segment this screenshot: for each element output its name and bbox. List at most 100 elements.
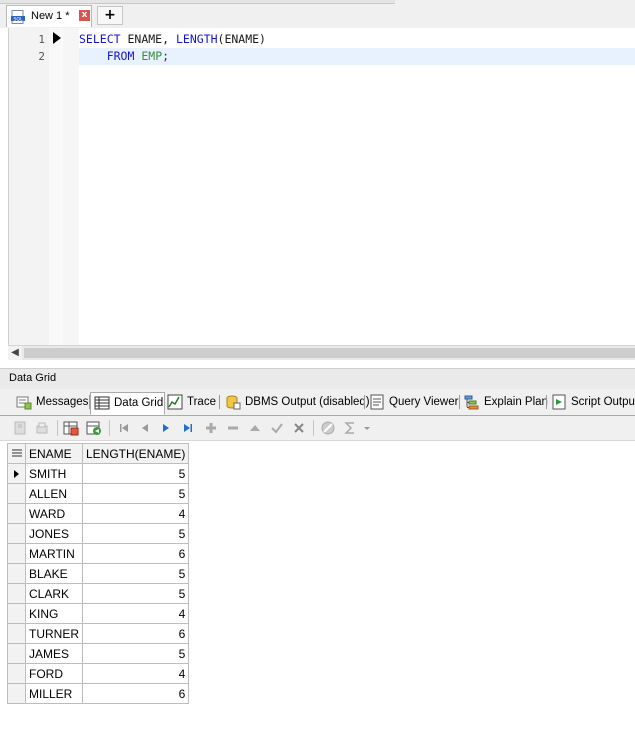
row-selector[interactable] bbox=[7, 623, 26, 644]
cell-ename[interactable]: MILLER bbox=[25, 683, 83, 704]
save-grid-icon[interactable] bbox=[12, 420, 28, 436]
toolbar-separator bbox=[313, 420, 314, 436]
tab-bar-top-strip bbox=[0, 0, 395, 4]
row-selector[interactable] bbox=[7, 523, 26, 544]
row-selector[interactable] bbox=[7, 683, 26, 704]
previous-record-icon[interactable] bbox=[137, 420, 153, 436]
tab-query-viewer[interactable]: Query Viewer bbox=[369, 392, 459, 413]
cell-ename[interactable]: KING bbox=[25, 603, 83, 624]
line-number: 1 bbox=[38, 33, 45, 46]
table-row[interactable]: MARTIN 6 bbox=[7, 543, 190, 564]
post-edit-icon[interactable] bbox=[269, 420, 285, 436]
cell-ename[interactable]: FORD bbox=[25, 663, 83, 684]
row-selector[interactable] bbox=[7, 663, 26, 684]
export-grid-icon[interactable] bbox=[63, 420, 79, 436]
toolbar-separator bbox=[109, 420, 110, 436]
cell-ename[interactable]: JAMES bbox=[25, 643, 83, 664]
data-grid[interactable]: ENAME LENGTH(ENAME) SMITH 5 ALLEN 5 WARD 4 JON… bbox=[7, 443, 190, 704]
scroll-left-icon[interactable]: ◀ bbox=[8, 346, 22, 360]
cell-length[interactable]: 4 bbox=[81, 603, 190, 624]
cell-ename[interactable]: JONES bbox=[25, 523, 83, 544]
cell-ename[interactable]: SMITH bbox=[25, 463, 83, 484]
row-selector[interactable] bbox=[7, 503, 26, 524]
svg-text:SQL: SQL bbox=[13, 16, 23, 22]
tab-dbms-output[interactable]: DBMS Output (disabled) bbox=[225, 392, 370, 413]
cell-ename[interactable]: TURNER bbox=[25, 623, 83, 644]
table-row[interactable]: ALLEN 5 bbox=[7, 483, 190, 504]
first-record-icon[interactable] bbox=[116, 420, 132, 436]
keyword-from: FROM bbox=[106, 49, 135, 63]
clear-filter-icon[interactable] bbox=[320, 420, 336, 436]
cell-ename[interactable]: WARD bbox=[25, 503, 83, 524]
sum-aggregate-icon[interactable] bbox=[342, 420, 358, 436]
cell-length[interactable]: 5 bbox=[81, 523, 190, 544]
print-grid-icon[interactable] bbox=[34, 420, 50, 436]
sql-editor[interactable]: 1 2 SELECT ENAME, LENGTH(ENAME) FROM EMP… bbox=[8, 28, 635, 345]
row-selector[interactable] bbox=[7, 583, 26, 604]
table-row[interactable]: BLAKE 5 bbox=[7, 563, 190, 584]
cell-length[interactable]: 5 bbox=[81, 583, 190, 604]
scrollbar-thumb[interactable] bbox=[24, 348, 635, 358]
tab-script-output[interactable]: Script Output bbox=[551, 392, 635, 413]
document-tab-new1[interactable]: SQL New 1 * x bbox=[6, 5, 92, 27]
grid-body: SMITH 5 ALLEN 5 WARD 4 JONES 5 MARTIN 6 BLAKE 5 CLAR… bbox=[7, 463, 190, 704]
table-row[interactable]: CLARK 5 bbox=[7, 583, 190, 604]
explain-plan-icon bbox=[464, 395, 479, 410]
cell-length[interactable]: 5 bbox=[81, 643, 190, 664]
code-area[interactable]: SELECT ENAME, LENGTH(ENAME) FROM EMP; bbox=[79, 28, 635, 345]
editor-horizontal-scrollbar[interactable]: ◀ bbox=[8, 345, 635, 360]
table-row[interactable]: TURNER 6 bbox=[7, 623, 190, 644]
row-selector[interactable] bbox=[7, 483, 26, 504]
table-row[interactable]: MILLER 6 bbox=[7, 683, 190, 704]
table-row[interactable]: FORD 4 bbox=[7, 663, 190, 684]
table-row[interactable]: WARD 4 bbox=[7, 503, 190, 524]
cell-length[interactable]: 5 bbox=[81, 563, 190, 584]
toolbar-separator bbox=[57, 420, 58, 436]
table-row[interactable]: SMITH 5 bbox=[7, 463, 190, 484]
current-row-arrow-icon bbox=[14, 469, 19, 478]
cell-length[interactable]: 4 bbox=[81, 503, 190, 524]
tab-explain-plan[interactable]: Explain Plan bbox=[464, 392, 548, 413]
tab-trace[interactable]: Trace bbox=[167, 392, 217, 413]
insert-record-icon[interactable] bbox=[203, 420, 219, 436]
cell-length[interactable]: 6 bbox=[81, 623, 190, 644]
tab-messages[interactable]: Messages bbox=[16, 392, 88, 413]
table-emp: EMP bbox=[141, 49, 163, 63]
chevron-down-icon[interactable] bbox=[362, 420, 372, 436]
cell-ename[interactable]: CLARK bbox=[25, 583, 83, 604]
script-output-icon bbox=[552, 394, 566, 410]
next-record-icon[interactable] bbox=[158, 420, 174, 436]
cell-length[interactable]: 4 bbox=[81, 663, 190, 684]
row-selector[interactable] bbox=[7, 463, 26, 484]
cell-length[interactable]: 5 bbox=[81, 463, 190, 484]
column-header-ename[interactable]: ENAME bbox=[25, 443, 83, 464]
code-line-2: FROM EMP; bbox=[79, 48, 635, 65]
row-selector[interactable] bbox=[7, 543, 26, 564]
tab-data-grid[interactable]: Data Grid bbox=[90, 392, 165, 415]
cell-ename[interactable]: ALLEN bbox=[25, 483, 83, 504]
row-selector[interactable] bbox=[7, 563, 26, 584]
row-selector-header[interactable] bbox=[7, 443, 26, 464]
table-row[interactable]: KING 4 bbox=[7, 603, 190, 624]
column-header-length[interactable]: LENGTH(ENAME) bbox=[81, 443, 190, 464]
delete-record-icon[interactable] bbox=[225, 420, 241, 436]
cell-length[interactable]: 6 bbox=[81, 543, 190, 564]
new-tab-button[interactable]: + bbox=[97, 6, 123, 25]
refresh-grid-icon[interactable] bbox=[86, 420, 102, 436]
edit-record-icon[interactable] bbox=[247, 420, 263, 436]
output-panel-title-bar: Data Grid bbox=[0, 368, 635, 390]
table-row[interactable]: JONES 5 bbox=[7, 523, 190, 544]
close-tab-icon[interactable]: x bbox=[79, 10, 90, 21]
row-selector[interactable] bbox=[7, 643, 26, 664]
cell-ename[interactable]: MARTIN bbox=[25, 543, 83, 564]
last-record-icon[interactable] bbox=[180, 420, 196, 436]
function-args: (ENAME) bbox=[217, 32, 266, 46]
cell-ename[interactable]: BLAKE bbox=[25, 563, 83, 584]
cancel-edit-icon[interactable] bbox=[291, 420, 307, 436]
tab-label: Data Grid bbox=[114, 397, 164, 409]
cell-length[interactable]: 6 bbox=[81, 683, 190, 704]
table-row[interactable]: JAMES 5 bbox=[7, 643, 190, 664]
cell-length[interactable]: 5 bbox=[81, 483, 190, 504]
row-selector[interactable] bbox=[7, 603, 26, 624]
tab-separator bbox=[459, 395, 460, 409]
